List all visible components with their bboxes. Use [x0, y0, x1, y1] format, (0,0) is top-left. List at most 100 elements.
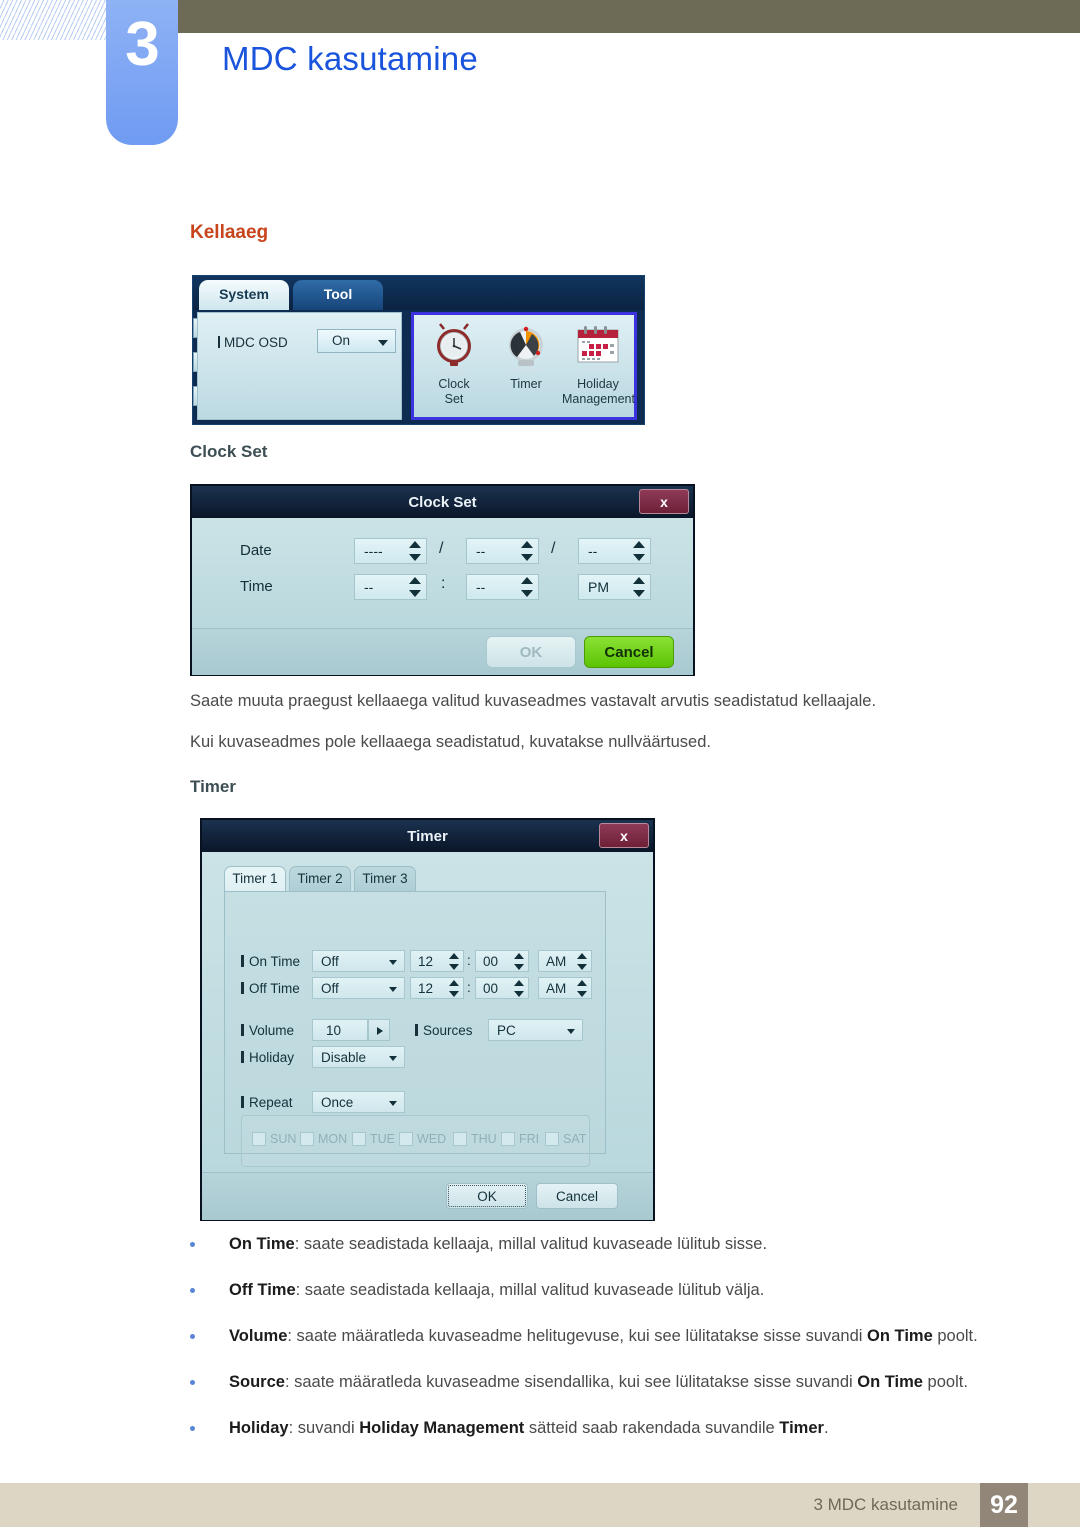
subheading-clock-set: Clock Set: [190, 442, 268, 461]
alarm-clock-icon: [418, 318, 490, 376]
checkbox-box: [399, 1132, 413, 1146]
tab-timer-2[interactable]: Timer 2: [289, 866, 351, 892]
time-meridiem-spinner[interactable]: PM: [578, 574, 651, 600]
off-time-label-text: Off Time: [249, 981, 300, 996]
timer-cancel-button[interactable]: Cancel: [536, 1183, 618, 1209]
mdc-osd-value: On: [332, 333, 351, 348]
bullet-icon: [190, 1379, 195, 1385]
close-icon[interactable]: x: [639, 489, 689, 514]
off-time-hour-spinner[interactable]: 12: [410, 977, 464, 999]
tab-tool[interactable]: Tool: [293, 280, 383, 310]
clock-set-time-label: Time: [240, 578, 273, 595]
calendar-icon: [562, 318, 634, 376]
bullet-text: Source: saate määratleda kuvaseadme sise…: [229, 1371, 1020, 1395]
date-day-value: --: [588, 543, 598, 559]
checkbox-wed-label: WED: [417, 1132, 447, 1146]
time-minute-spinner[interactable]: --: [466, 574, 539, 600]
bullet-rest: : saate määratleda kuvaseadme helitugevu…: [287, 1326, 868, 1345]
on-time-hour-spinner[interactable]: 12: [410, 950, 464, 972]
mdc-icon-holiday-label-2: Management: [562, 392, 635, 406]
time-hour-spinner[interactable]: --: [354, 574, 427, 600]
mdc-icon-clock-set[interactable]: Clock Set: [418, 318, 490, 406]
on-time-label-text: On Time: [249, 954, 301, 969]
weekday-checkbox-group: SUN MON TUE WED THU FRI SAT: [241, 1115, 590, 1167]
on-time-mode-select[interactable]: Off: [312, 950, 405, 972]
off-time-mode-select[interactable]: Off: [312, 977, 405, 999]
volume-field[interactable]: 10: [312, 1019, 368, 1041]
on-time-minute-spinner[interactable]: 00: [475, 950, 529, 972]
list-item: Off Time: saate seadistada kellaaja, mil…: [190, 1279, 1020, 1303]
bullet-rest: : saate seadistada kellaaja, millal vali…: [295, 1280, 765, 1299]
tab-timer-1[interactable]: Timer 1: [224, 866, 286, 892]
checkbox-box: [545, 1132, 559, 1146]
bullet-text: Off Time: saate seadistada kellaaja, mil…: [229, 1279, 1020, 1303]
holiday-select[interactable]: Disable: [312, 1046, 405, 1068]
timer-titlebar: Timer x: [202, 820, 653, 852]
list-item: Source: saate määratleda kuvaseadme sise…: [190, 1371, 1020, 1395]
checkbox-box: [453, 1132, 467, 1146]
on-time-meridiem-spinner[interactable]: AM: [538, 950, 592, 972]
timer-footer: OK Cancel: [202, 1172, 653, 1220]
tab-timer-3[interactable]: Timer 3: [354, 866, 416, 892]
checkbox-fri[interactable]: FRI: [501, 1132, 539, 1146]
checkbox-box: [252, 1132, 266, 1146]
sources-select[interactable]: PC: [488, 1019, 583, 1041]
time-separator: :: [441, 575, 446, 592]
checkbox-sat[interactable]: SAT: [545, 1132, 586, 1146]
checkbox-box: [300, 1132, 314, 1146]
off-time-minute-spinner[interactable]: 00: [475, 977, 529, 999]
spinner-arrows-icon: [513, 980, 525, 997]
bullet-term: Off Time: [229, 1280, 296, 1299]
clock-set-cancel-button[interactable]: Cancel: [584, 636, 674, 668]
bullet-term-2: On Time: [857, 1372, 923, 1391]
date-month-spinner[interactable]: --: [466, 538, 539, 564]
checkbox-sun[interactable]: SUN: [252, 1132, 296, 1146]
kitchen-timer-icon: [490, 318, 562, 376]
checkbox-mon[interactable]: MON: [300, 1132, 347, 1146]
close-icon[interactable]: x: [599, 823, 649, 848]
volume-increase-button[interactable]: [368, 1019, 390, 1041]
clock-set-titlebar: Clock Set x: [192, 486, 693, 518]
mdc-osd-select[interactable]: On: [317, 329, 396, 353]
arrow-right-icon: [377, 1027, 383, 1035]
checkbox-tue[interactable]: TUE: [352, 1132, 395, 1146]
bullet-term-3: Timer: [779, 1418, 824, 1437]
section-heading: Kellaaeg: [190, 222, 269, 243]
clock-set-title-text: Clock Set: [408, 493, 477, 511]
bullet-icon: [190, 1333, 195, 1339]
bullet-term: On Time: [229, 1235, 295, 1253]
paragraph-1: Saate muuta praegust kellaaega valitud k…: [190, 692, 877, 710]
clock-set-ok-button[interactable]: OK: [486, 636, 576, 668]
date-year-spinner[interactable]: ----: [354, 538, 427, 564]
bullet-text: On Time: saate seadistada kellaaja, mill…: [229, 1233, 1020, 1257]
bullet-term: Holiday: [229, 1418, 289, 1437]
volume-label-text: Volume: [249, 1023, 295, 1038]
off-time-meridiem-spinner[interactable]: AM: [538, 977, 592, 999]
tab-system[interactable]: System: [199, 280, 289, 310]
bullet-icon: [190, 1425, 195, 1431]
checkbox-wed[interactable]: WED: [399, 1132, 446, 1146]
time-meridiem-value: PM: [588, 579, 609, 595]
spinner-arrows-icon: [406, 541, 424, 561]
off-time-hour-value: 12: [418, 981, 434, 996]
header-hatch-decoration: [0, 0, 106, 40]
checkbox-sat-label: SAT: [563, 1132, 587, 1146]
holiday-label: Holiday: [241, 1050, 294, 1065]
mdc-icon-timer[interactable]: Timer: [490, 318, 562, 393]
date-separator-1: /: [439, 540, 444, 557]
bullet-icon: [190, 1242, 195, 1247]
mdc-icon-timer-label-1: Timer: [510, 377, 542, 391]
timer-ok-button[interactable]: OK: [446, 1183, 528, 1209]
checkbox-thu-label: THU: [471, 1132, 497, 1146]
clock-set-date-label: Date: [240, 542, 272, 559]
mdc-icon-holiday-management[interactable]: Holiday Management: [562, 318, 635, 406]
mdc-osd-label: MDC OSD: [218, 335, 288, 350]
checkbox-thu[interactable]: THU: [453, 1132, 497, 1146]
chevron-down-icon: [389, 987, 397, 992]
bullet-rest: : saate määratleda kuvaseadme sisendalli…: [284, 1372, 858, 1391]
spinner-arrows-icon: [448, 980, 460, 997]
repeat-select[interactable]: Once: [312, 1091, 405, 1113]
date-day-spinner[interactable]: --: [578, 538, 651, 564]
on-time-mode-value: Off: [321, 954, 339, 969]
checkbox-fri-label: FRI: [519, 1132, 540, 1146]
